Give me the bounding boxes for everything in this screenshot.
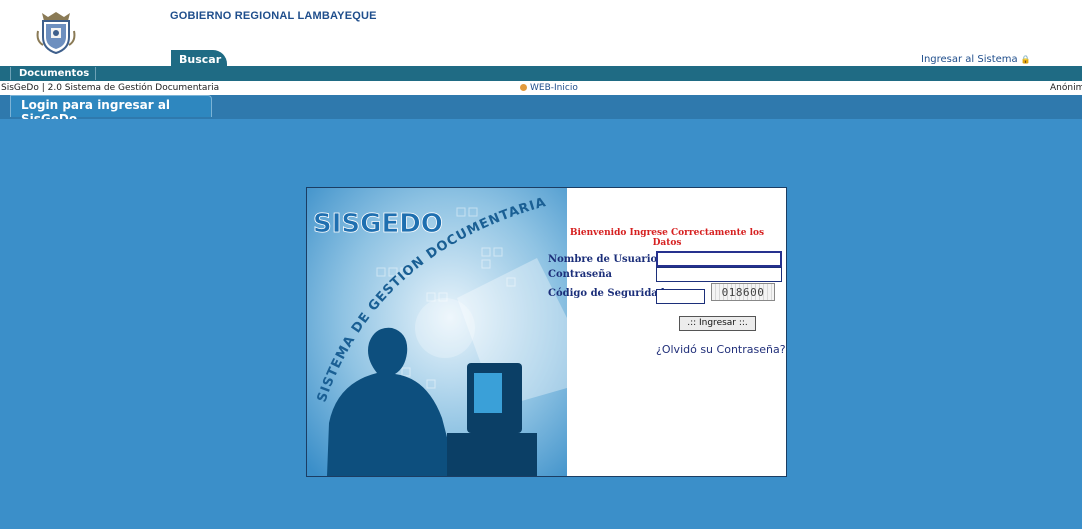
username-label: Nombre de Usuario — [548, 254, 658, 265]
tab-buscar[interactable]: Buscar — [171, 50, 227, 67]
web-home-icon — [520, 84, 527, 91]
status-bar: SisGeDo | 2.0 Sistema de Gestión Documen… — [0, 81, 1082, 96]
welcome-message: Bienvenido Ingrese Correctamente los Dat… — [569, 228, 765, 248]
password-label: Contraseña — [548, 269, 613, 280]
user-status-text: Anónimo — [1050, 83, 1082, 93]
main-menu-bar: Documentos — [0, 66, 1082, 81]
lock-icon: 🔒 — [1020, 55, 1031, 64]
password-input[interactable] — [656, 267, 782, 282]
web-inicio-link[interactable]: WEB-Inicio — [520, 81, 578, 95]
security-code-label: Código de Seguridad — [548, 288, 665, 299]
security-code-input[interactable] — [656, 289, 705, 304]
web-inicio-label: WEB-Inicio — [530, 83, 578, 93]
captcha-image: 018600 — [711, 283, 775, 301]
page-header: GOBIERNO REGIONAL LAMBAYEQUE Buscar Ingr… — [0, 0, 1082, 67]
app-version-text: SisGeDo | 2.0 Sistema de Gestión Documen… — [1, 83, 220, 93]
coat-of-arms-icon — [34, 9, 78, 55]
content-tab-strip: Login para ingresar al SisGeDo — [0, 95, 1082, 126]
username-input[interactable] — [656, 251, 782, 267]
sisgedo-banner-image: SISGEDO SISTEMA DE GESTION DOCUMENTARIA — [307, 188, 567, 476]
ingresar-button[interactable]: .:: Ingresar ::. — [679, 316, 756, 331]
login-panel: SISGEDO SISTEMA DE GESTION DOCUMENTARIA … — [306, 187, 787, 477]
ingresar-sistema-link[interactable]: Ingresar al Sistema 🔒 — [921, 54, 1031, 65]
organization-title: GOBIERNO REGIONAL LAMBAYEQUE — [170, 10, 377, 22]
tab-login[interactable]: Login para ingresar al SisGeDo — [10, 95, 212, 126]
forgot-password-link[interactable]: ¿Olvidó su Contraseña? — [656, 343, 786, 356]
ingresar-sistema-label: Ingresar al Sistema — [921, 54, 1018, 65]
sisgedo-logo-text: SISGEDO — [313, 209, 443, 239]
menu-item-documentos[interactable]: Documentos — [10, 67, 97, 80]
